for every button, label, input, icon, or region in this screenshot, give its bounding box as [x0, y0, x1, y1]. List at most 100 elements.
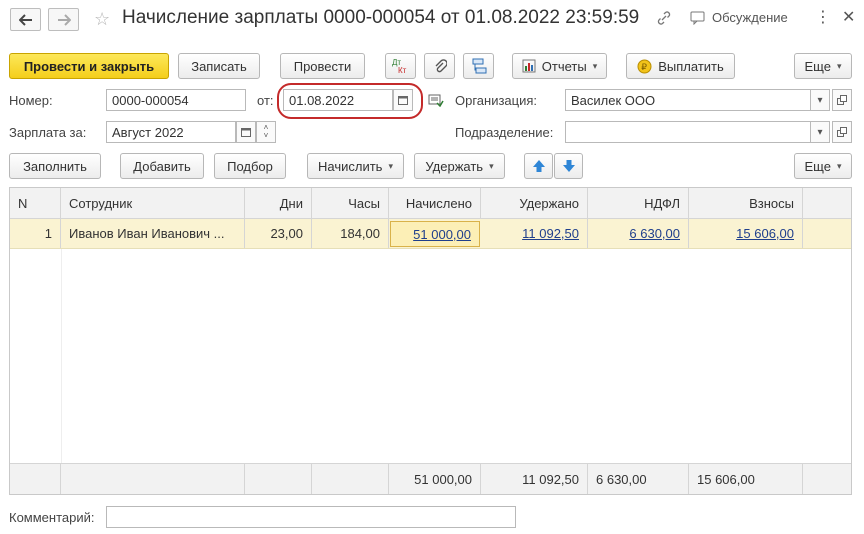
discussion-button[interactable]: Обсуждение [690, 10, 788, 25]
total-ndfl: 6 630,00 [588, 464, 689, 494]
organization-label: Организация: [455, 93, 538, 108]
post-button[interactable]: Провести [280, 53, 365, 79]
chevron-down-icon: ▾ [836, 160, 842, 171]
select-button[interactable]: Подбор [214, 153, 286, 179]
col-header-contributions[interactable]: Взносы [689, 188, 803, 218]
page-title: Начисление зарплаты 0000-000054 от 01.08… [122, 7, 640, 28]
highlight-oval [277, 83, 423, 119]
col-header-ndfl[interactable]: НДФЛ [588, 188, 689, 218]
total-withheld: 11 092,50 [481, 464, 588, 494]
pay-button[interactable]: ₽ Выплатить [626, 53, 735, 79]
col-header-days[interactable]: Дни [245, 188, 312, 218]
period-stepper[interactable]: ˄ ˅ [256, 121, 276, 143]
chevron-down-icon[interactable]: ▾ [810, 89, 830, 111]
fill-button[interactable]: Заполнить [9, 153, 101, 179]
row-days[interactable]: 23,00 [245, 219, 312, 248]
more-dropdown[interactable]: Еще ▾ [794, 53, 852, 79]
footer-cell-empty [245, 464, 312, 494]
number-label: Номер: [9, 93, 53, 108]
calendar-icon[interactable] [236, 121, 256, 143]
more-label: Еще [804, 58, 831, 74]
date-label: от: [257, 93, 274, 108]
arrow-up-icon [532, 160, 545, 172]
move-down-button[interactable] [554, 153, 583, 179]
row-ndfl-link[interactable]: 6 630,00 [629, 226, 680, 241]
period-field[interactable]: Август 2022 [106, 121, 236, 143]
table-more-dropdown[interactable]: Еще ▾ [794, 153, 852, 179]
svg-text:₽: ₽ [642, 62, 648, 72]
post-and-close-button[interactable]: Провести и закрыть [9, 53, 169, 79]
chevron-down-icon: ▾ [592, 60, 598, 71]
arrow-right-icon [57, 13, 71, 26]
column-divider [61, 249, 62, 465]
link-icon[interactable] [656, 10, 672, 26]
chevron-down-icon: ▾ [388, 160, 393, 171]
move-up-button[interactable] [524, 153, 553, 179]
footer-cell-empty [312, 464, 389, 494]
comment-field[interactable] [106, 506, 516, 528]
dtkt-icon: Дт Кт [392, 58, 407, 75]
favorite-star-icon[interactable]: ☆ [94, 9, 110, 30]
reports-label: Отчеты [541, 58, 587, 74]
col-header-accrued[interactable]: Начислено [389, 188, 481, 218]
dtkt-button[interactable]: Дт Кт [385, 53, 416, 79]
division-label: Подразделение: [455, 125, 554, 140]
menu-dots-icon[interactable]: ⋮ [815, 7, 831, 27]
division-field[interactable] [565, 121, 811, 143]
col-header-n[interactable]: N [10, 188, 61, 218]
row-withheld-cell[interactable]: 11 092,50 [481, 219, 588, 248]
chat-icon [690, 11, 705, 25]
forward-button[interactable] [48, 8, 79, 31]
withhold-dropdown[interactable]: Удержать ▾ [414, 153, 505, 179]
footer-cell-empty [61, 464, 245, 494]
table-row[interactable]: 1 Иванов Иван Иванович ... 23,00 184,00 … [10, 219, 851, 249]
note-icon[interactable] [428, 93, 444, 110]
period-label: Зарплата за: [9, 125, 87, 140]
total-accrued: 51 000,00 [389, 464, 481, 494]
discussion-label: Обсуждение [712, 10, 788, 25]
chevron-down-icon: ▾ [836, 60, 842, 71]
close-icon[interactable]: ✕ [842, 7, 855, 27]
row-employee[interactable]: Иванов Иван Иванович ... [61, 219, 245, 248]
col-header-hours[interactable]: Часы [312, 188, 389, 218]
back-button[interactable] [10, 8, 41, 31]
footer-cell-empty [10, 464, 61, 494]
withhold-label: Удержать [425, 158, 484, 174]
accrue-dropdown[interactable]: Начислить ▾ [307, 153, 404, 179]
table-header: N Сотрудник Дни Часы Начислено Удержано … [10, 188, 851, 219]
arrow-left-icon [18, 13, 32, 26]
arrow-down-icon [562, 160, 575, 172]
chevron-down-icon: ▾ [489, 160, 494, 171]
row-number: 1 [10, 219, 61, 248]
chevron-down-icon[interactable]: ▾ [810, 121, 830, 143]
pay-label: Выплатить [658, 58, 724, 74]
add-button[interactable]: Добавить [120, 153, 204, 179]
open-icon[interactable] [832, 89, 852, 111]
table-footer: 51 000,00 11 092,50 6 630,00 15 606,00 [10, 463, 851, 494]
row-contributions-cell[interactable]: 15 606,00 [689, 219, 803, 248]
svg-text:Кт: Кт [398, 66, 407, 75]
attach-button[interactable] [424, 53, 455, 79]
employees-table: N Сотрудник Дни Часы Начислено Удержано … [9, 187, 852, 495]
reports-dropdown[interactable]: Отчеты ▾ [512, 53, 607, 79]
comment-label: Комментарий: [9, 510, 95, 525]
stepper-down-icon[interactable]: ˅ [264, 132, 269, 140]
row-accrued-cell[interactable]: 51 000,00 [390, 221, 480, 247]
table-more-label: Еще [804, 158, 831, 174]
row-hours[interactable]: 184,00 [312, 219, 389, 248]
row-withheld-link[interactable]: 11 092,50 [522, 226, 579, 241]
row-ndfl-cell[interactable]: 6 630,00 [588, 219, 689, 248]
number-field[interactable]: 0000-000054 [106, 89, 246, 111]
structure-button[interactable] [463, 53, 494, 79]
accrue-label: Начислить [318, 158, 383, 174]
col-header-withheld[interactable]: Удержано [481, 188, 588, 218]
chart-icon [522, 59, 536, 73]
save-button[interactable]: Записать [178, 53, 260, 79]
open-icon[interactable] [832, 121, 852, 143]
coin-icon: ₽ [637, 59, 652, 73]
col-header-employee[interactable]: Сотрудник [61, 188, 245, 218]
row-contributions-link[interactable]: 15 606,00 [736, 226, 794, 241]
row-accrued-link[interactable]: 51 000,00 [413, 227, 471, 242]
hierarchy-icon [472, 58, 486, 74]
organization-field[interactable]: Василек ООО [565, 89, 811, 111]
